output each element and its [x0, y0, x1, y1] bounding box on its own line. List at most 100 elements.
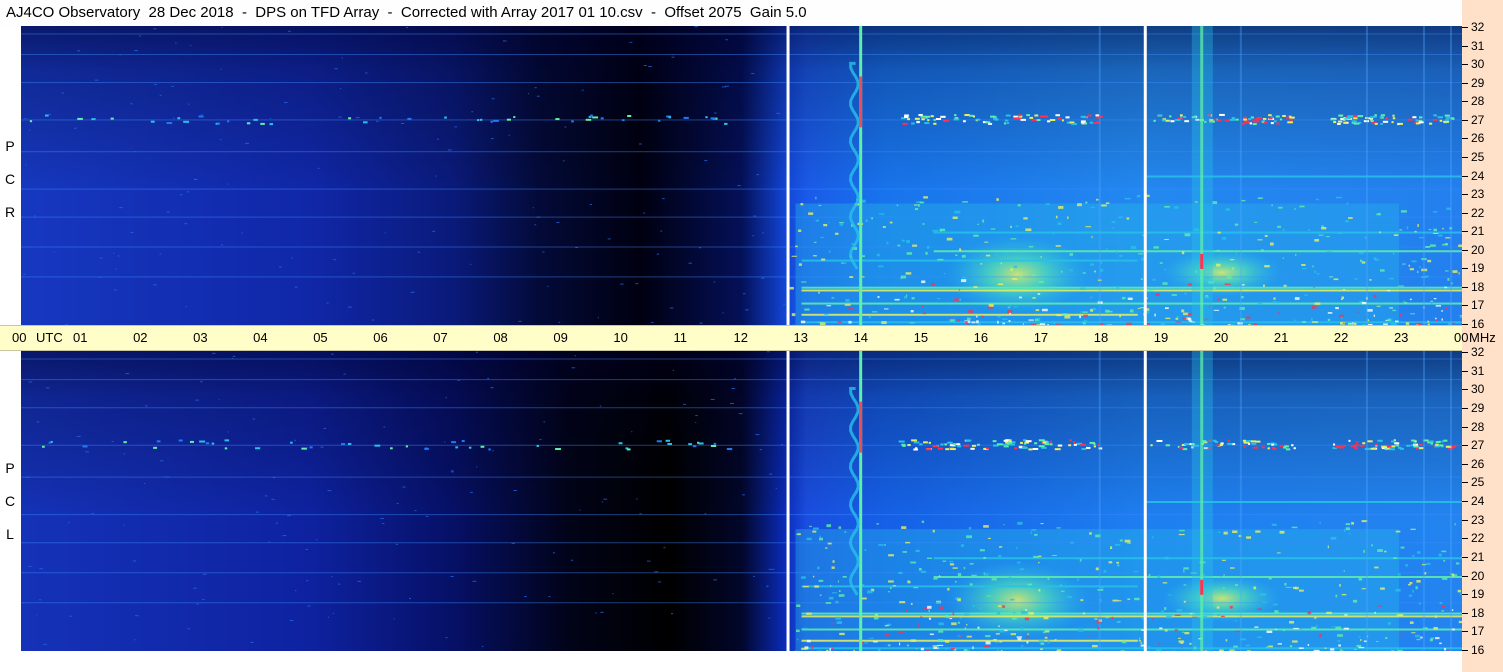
- noise-speckle: [635, 283, 639, 285]
- noise-speckle: [1308, 229, 1310, 231]
- noise-speckle: [435, 175, 437, 177]
- interference-line: [21, 572, 1462, 574]
- noise-speckle: [1376, 213, 1381, 216]
- noise-speckle: [1083, 314, 1088, 317]
- noise-speckle: [845, 298, 850, 302]
- cb-band-speckle: [1439, 119, 1443, 122]
- noise-speckle: [1162, 282, 1168, 285]
- noise-speckle: [1085, 201, 1088, 204]
- cb-band-speckle: [1039, 115, 1043, 118]
- noise-speckle: [1409, 298, 1412, 301]
- rcp-freq-tick: [1462, 64, 1468, 66]
- noise-speckle: [1117, 564, 1120, 567]
- noise-speckle: [1004, 252, 1009, 256]
- cb-band-speckle: [1419, 116, 1423, 119]
- noise-speckle: [1294, 208, 1296, 210]
- noise-speckle: [1092, 308, 1097, 311]
- time-tick-label: 07: [433, 330, 448, 345]
- noise-speckle: [1024, 617, 1030, 621]
- noise-speckle: [971, 574, 977, 576]
- noise-speckle: [1090, 309, 1094, 312]
- cb-band-speckle: [1379, 115, 1382, 118]
- noise-speckle: [539, 439, 542, 441]
- noise-speckle: [631, 431, 633, 433]
- cb-band-speckle: [902, 122, 908, 125]
- noise-speckle: [599, 405, 602, 407]
- noise-speckle: [898, 642, 901, 646]
- noise-speckle: [1403, 300, 1406, 302]
- noise-speckle: [1409, 268, 1414, 271]
- noise-speckle: [1451, 609, 1454, 611]
- cb-band-speckle: [82, 445, 88, 448]
- interference-line: [21, 444, 1462, 446]
- rcp-freq-label: 19: [1471, 261, 1485, 276]
- noise-speckle: [1399, 229, 1403, 231]
- noise-speckle: [1080, 599, 1084, 602]
- rcp-freq-label: 22: [1471, 205, 1485, 220]
- noise-speckle: [145, 405, 148, 407]
- noise-speckle: [282, 535, 287, 537]
- noise-speckle: [1457, 589, 1461, 593]
- cb-band-speckle: [42, 445, 45, 448]
- noise-speckle: [999, 546, 1003, 548]
- cb-band-speckle: [347, 442, 352, 445]
- cb-band-speckle: [1095, 114, 1100, 117]
- noise-speckle: [999, 630, 1005, 633]
- noise-speckle: [1311, 305, 1317, 309]
- noise-speckle: [820, 236, 824, 239]
- cb-band-speckle: [937, 447, 943, 450]
- noise-speckle: [1028, 245, 1034, 248]
- noise-speckle: [475, 351, 478, 353]
- vertical-stripe: [1422, 26, 1425, 325]
- data-gap: [786, 26, 790, 325]
- noise-speckle: [190, 45, 192, 47]
- cb-band-speckle: [1354, 444, 1359, 447]
- cb-band-speckle: [1272, 446, 1276, 449]
- noise-speckle: [959, 248, 962, 252]
- noise-speckle: [915, 648, 918, 650]
- noise-speckle: [1429, 244, 1436, 247]
- noise-speckle: [1164, 607, 1167, 610]
- noise-speckle: [961, 276, 967, 278]
- noise-speckle: [639, 513, 642, 515]
- noise-speckle: [949, 563, 955, 566]
- noise-speckle: [983, 645, 990, 648]
- noise-speckle: [1415, 586, 1418, 590]
- noise-speckle: [976, 320, 979, 324]
- noise-speckle: [1277, 643, 1282, 645]
- noise-speckle: [1222, 298, 1228, 301]
- cb-band-speckle: [956, 443, 961, 446]
- cb-band-speckle: [1285, 448, 1291, 451]
- noise-speckle: [1454, 574, 1458, 577]
- cb-band-speckle: [1229, 118, 1236, 121]
- noise-speckle: [589, 204, 592, 206]
- noise-speckle: [490, 138, 494, 140]
- noise-speckle: [454, 126, 458, 128]
- noise-speckle: [1341, 296, 1345, 299]
- noise-speckle: [1082, 612, 1086, 615]
- noise-speckle: [1411, 632, 1416, 634]
- time-tick-label: 21: [1273, 330, 1289, 345]
- noise-speckle: [1417, 224, 1419, 228]
- cb-band-speckle: [1026, 114, 1030, 117]
- noise-speckle: [957, 621, 961, 624]
- noise-speckle: [888, 580, 894, 583]
- cb-band-speckle: [1161, 119, 1166, 122]
- noise-speckle: [1441, 318, 1443, 321]
- noise-speckle: [643, 212, 646, 214]
- rcp-freq-label: 20: [1471, 242, 1485, 257]
- noise-speckle: [945, 614, 948, 618]
- noise-speckle: [1028, 319, 1034, 321]
- noise-speckle: [284, 102, 288, 104]
- noise-speckle: [710, 398, 715, 400]
- noise-speckle: [1289, 620, 1295, 624]
- noise-speckle: [1016, 546, 1018, 550]
- noise-speckle: [1037, 317, 1041, 321]
- noise-speckle: [1272, 301, 1277, 304]
- noise-speckle: [939, 606, 944, 610]
- noise-speckle: [1277, 552, 1281, 554]
- noise-speckle: [179, 194, 183, 196]
- noise-speckle: [1257, 636, 1263, 639]
- carrier-streak: [801, 628, 1462, 631]
- noise-speckle: [738, 413, 743, 415]
